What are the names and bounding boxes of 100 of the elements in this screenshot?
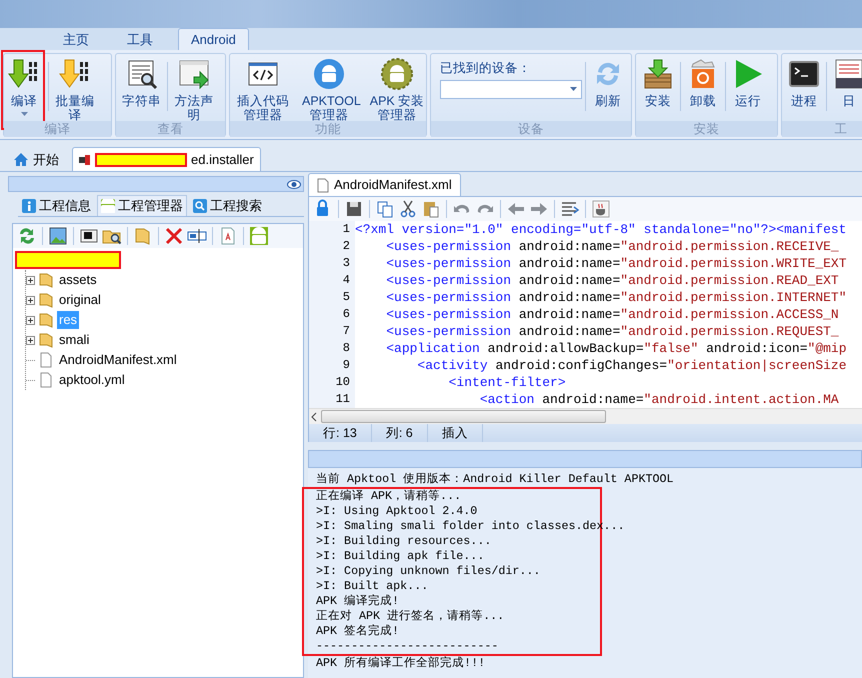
line-number: 1 bbox=[309, 221, 355, 238]
tree-item[interactable]: apktool.yml bbox=[57, 371, 127, 389]
log-line: >I: Building resources... bbox=[316, 534, 492, 549]
status-field: 插入 bbox=[428, 424, 483, 442]
code-line: <uses-permission android:name="android.permission.RECEIVE_ bbox=[385, 238, 839, 255]
delete-icon[interactable] bbox=[164, 226, 184, 246]
line-number: 6 bbox=[309, 306, 355, 323]
expand-icon[interactable] bbox=[26, 316, 35, 324]
line-number: 10 bbox=[309, 374, 355, 391]
group-label: 设备 bbox=[431, 121, 631, 137]
status-field: 行: 13 bbox=[309, 424, 372, 442]
log-line: >I: Building apk file... bbox=[316, 549, 484, 564]
log-line: APK 编译完成! bbox=[316, 594, 400, 609]
folder-icon bbox=[38, 312, 54, 328]
folder-icon bbox=[38, 332, 54, 348]
log-document-icon bbox=[833, 58, 862, 90]
caret-icon bbox=[570, 87, 577, 92]
ribbon-button[interactable]: 安装 bbox=[639, 56, 677, 110]
group-label: 安装 bbox=[636, 121, 777, 137]
cup-icon[interactable] bbox=[591, 199, 611, 219]
code-line: <?xml version="1.0" encoding="utf-8" standalone="no"?><manifest bbox=[355, 221, 846, 238]
rename-icon[interactable] bbox=[187, 226, 207, 246]
ribbon-button[interactable]: 进程 bbox=[785, 56, 823, 110]
ribbon-tab[interactable]: Android bbox=[178, 28, 249, 50]
line-number: 2 bbox=[309, 238, 355, 255]
refresh-icon[interactable] bbox=[17, 226, 37, 246]
log-line: 当前 Apktool 使用版本：Android Killer Default APKTOOL bbox=[316, 472, 674, 487]
editor-tab[interactable]: AndroidManifest.xml bbox=[308, 173, 461, 196]
field-label: 已找到的设备： bbox=[440, 60, 532, 77]
tree-item[interactable]: smali bbox=[57, 331, 92, 349]
group-label: 编译 bbox=[4, 121, 111, 137]
home-icon bbox=[13, 152, 29, 167]
code-line: <uses-permission android:name="android.permission.READ_EXT bbox=[385, 272, 839, 289]
ribbon-button[interactable]: 批量编译 bbox=[52, 56, 98, 124]
paste-icon[interactable] bbox=[421, 199, 441, 219]
line-number: 11 bbox=[309, 391, 355, 408]
tree-item[interactable]: original bbox=[57, 291, 103, 309]
ribbon-button[interactable]: 运行 bbox=[729, 56, 767, 110]
save-icon[interactable] bbox=[344, 199, 364, 219]
log-line: >I: Using Apktool 2.4.0 bbox=[316, 504, 478, 519]
line-number: 9 bbox=[309, 357, 355, 374]
code-line: <uses-permission android:name="android.permission.INTERNET" bbox=[385, 289, 847, 306]
window-arrow-icon bbox=[178, 58, 210, 90]
line-number: 3 bbox=[309, 255, 355, 272]
folder-icon bbox=[38, 272, 54, 288]
info-icon bbox=[22, 199, 36, 213]
log-line: >I: Copying unknown files/dir... bbox=[316, 564, 540, 579]
file-icon bbox=[317, 178, 329, 192]
file-icon bbox=[38, 352, 54, 368]
group-label: 工 bbox=[782, 121, 862, 137]
code-line: <uses-permission android:name="android.permission.REQUEST_ bbox=[385, 323, 839, 340]
line-number: 4 bbox=[309, 272, 355, 289]
code-line: <uses-permission android:name="android.permission.ACCESS_N bbox=[385, 306, 839, 323]
terminal-icon bbox=[788, 58, 820, 90]
line-number: 8 bbox=[309, 340, 355, 357]
panel-tab[interactable]: 工程管理器 bbox=[97, 195, 187, 216]
ribbon-tab[interactable]: 主页 bbox=[50, 28, 102, 50]
ribbon-tab[interactable]: 工具 bbox=[114, 28, 166, 50]
group-label: 查看 bbox=[116, 121, 225, 137]
list-icon[interactable] bbox=[560, 199, 580, 219]
search-icon bbox=[193, 199, 207, 213]
plug-icon bbox=[79, 154, 91, 166]
copy-icon[interactable] bbox=[375, 199, 395, 219]
expand-icon[interactable] bbox=[26, 336, 35, 344]
log-line: APK 所有编译工作全部完成!!! bbox=[316, 656, 486, 671]
down-arrow-icon bbox=[59, 58, 91, 90]
cut-icon[interactable] bbox=[398, 199, 418, 219]
code-line: <action android:name="android.intent.action.MA bbox=[478, 391, 839, 408]
folder-icon bbox=[38, 292, 54, 308]
expand-icon[interactable] bbox=[26, 276, 35, 284]
log-line: 正在编译 APK，请稍等... bbox=[316, 489, 462, 504]
ribbon-button[interactable]: 字符串 bbox=[119, 56, 164, 110]
log-line: -------------------------- bbox=[316, 639, 498, 654]
log-line: 正在对 APK 进行签名，请稍等... bbox=[316, 609, 504, 624]
log-line: APK 签名完成! bbox=[316, 624, 400, 639]
status-field: 列: 6 bbox=[372, 424, 428, 442]
code-line: <intent-filter> bbox=[448, 374, 566, 391]
ribbon-button[interactable]: 卸载 bbox=[684, 56, 722, 110]
code-line: <uses-permission android:name="android.permission.WRITE_EXT bbox=[385, 255, 847, 272]
log-line: >I: Built apk... bbox=[316, 579, 428, 594]
down-arrow-icon bbox=[8, 58, 40, 90]
ribbon-button[interactable]: 编译 bbox=[5, 56, 43, 122]
document-tab[interactable]: ed.installer bbox=[72, 147, 261, 171]
group-label: 功能 bbox=[230, 121, 426, 137]
magnifier-document-icon bbox=[126, 58, 158, 90]
code-line: <application android:allowBackup="false" android:icon="@mip bbox=[385, 340, 847, 357]
expand-icon[interactable] bbox=[26, 296, 35, 304]
install-box-icon bbox=[642, 58, 674, 90]
line-number: 7 bbox=[309, 323, 355, 340]
panel-tab[interactable]: 工程信息 bbox=[18, 195, 95, 216]
picture-icon[interactable] bbox=[48, 226, 68, 246]
tree-item[interactable]: assets bbox=[57, 271, 99, 289]
document-tab[interactable]: 开始 bbox=[6, 147, 66, 171]
ribbon-button[interactable]: 刷新 bbox=[589, 56, 627, 110]
horizontal-scrollbar[interactable] bbox=[309, 408, 862, 424]
ribbon-button[interactable]: 日 bbox=[830, 56, 862, 110]
tree-item[interactable]: AndroidManifest.xml bbox=[57, 351, 179, 369]
panel-tab[interactable]: 工程搜索 bbox=[189, 195, 266, 216]
scrollbar-thumb[interactable] bbox=[321, 410, 606, 423]
eye-icon[interactable] bbox=[287, 180, 301, 188]
